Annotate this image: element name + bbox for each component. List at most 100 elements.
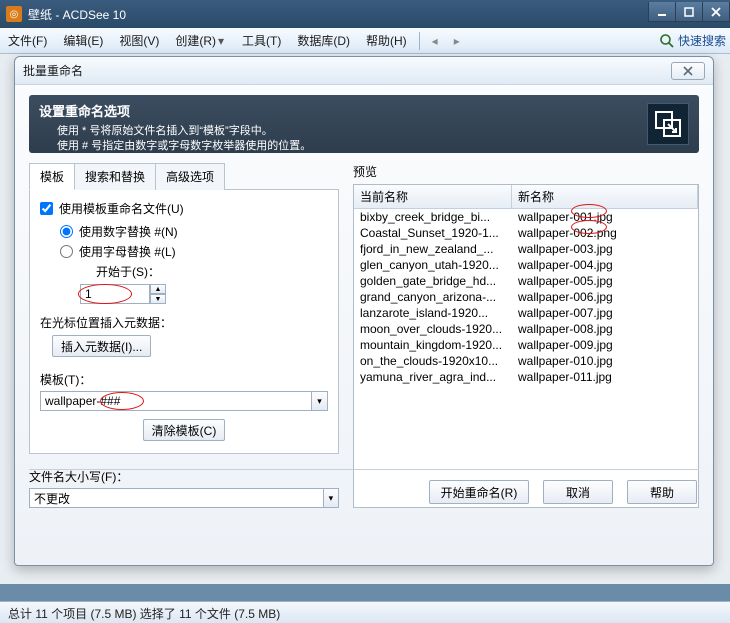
preview-list[interactable]: 当前名称 新名称 bixby_creek_bridge_bi...wallpap… xyxy=(353,184,699,508)
template-dropdown-button[interactable]: ▾ xyxy=(312,391,328,411)
radio-alpha-label: 使用字母替换 #(L) xyxy=(79,243,176,260)
cell-current: on_the_clouds-1920x10... xyxy=(354,353,512,369)
dialog-header-icon xyxy=(647,103,689,145)
status-bar: 总计 11 个项目 (7.5 MB) 选择了 11 个文件 (7.5 MB) xyxy=(0,601,730,623)
tab-template[interactable]: 模板 xyxy=(29,163,75,190)
template-input[interactable] xyxy=(40,391,312,411)
preview-row[interactable]: fjord_in_new_zealand_...wallpaper-003.jp… xyxy=(354,241,698,257)
menu-database[interactable]: 数据库(D) xyxy=(289,28,358,53)
preview-row[interactable]: yamuna_river_agra_ind...wallpaper-011.jp… xyxy=(354,369,698,385)
preview-row[interactable]: lanzarote_island-1920...wallpaper-007.jp… xyxy=(354,305,698,321)
preview-row[interactable]: glen_canyon_utah-1920...wallpaper-004.jp… xyxy=(354,257,698,273)
preview-row[interactable]: moon_over_clouds-1920...wallpaper-008.jp… xyxy=(354,321,698,337)
cell-new: wallpaper-011.jpg xyxy=(512,369,698,385)
dialog-header: 设置重命名选项 使用 * 号将原始文件名插入到“模板”字段中。 使用 # 号指定… xyxy=(29,95,699,153)
template-group: 使用模板重命名文件(U) 使用数字替换 #(N) 使用字母替换 #(L) 开始于… xyxy=(29,189,339,454)
tab-search-replace[interactable]: 搜索和替换 xyxy=(74,163,156,190)
spin-down-button[interactable]: ▼ xyxy=(150,294,166,304)
use-template-checkbox[interactable] xyxy=(40,202,53,215)
radio-numeric-label: 使用数字替换 #(N) xyxy=(79,223,178,240)
cell-current: bixby_creek_bridge_bi... xyxy=(354,209,512,225)
insert-metadata-button[interactable]: 插入元数据(I)... xyxy=(52,335,151,357)
cell-current: mountain_kingdom-1920... xyxy=(354,337,512,353)
dialog-close-button[interactable] xyxy=(671,62,705,80)
menu-file[interactable]: 文件(F) xyxy=(0,28,55,53)
minimize-button[interactable] xyxy=(648,2,676,22)
cell-current: grand_canyon_arizona-... xyxy=(354,289,512,305)
menu-view[interactable]: 视图(V) xyxy=(111,28,167,53)
cell-current: golden_gate_bridge_hd... xyxy=(354,273,512,289)
cell-new: wallpaper-003.jpg xyxy=(512,241,698,257)
button-divider xyxy=(29,469,699,470)
clear-template-button[interactable]: 清除模板(C) xyxy=(143,419,226,441)
menu-help[interactable]: 帮助(H) xyxy=(358,28,415,53)
cell-new: wallpaper-006.jpg xyxy=(512,289,698,305)
col-current-name[interactable]: 当前名称 xyxy=(354,185,512,208)
app-icon: ◎ xyxy=(6,6,22,22)
preview-header: 当前名称 新名称 xyxy=(354,185,698,209)
status-text: 总计 11 个项目 (7.5 MB) 选择了 11 个文件 (7.5 MB) xyxy=(8,607,280,621)
insert-metadata-label: 在光标位置插入元数据： xyxy=(40,314,328,331)
radio-numeric[interactable] xyxy=(60,225,73,238)
maximize-button[interactable] xyxy=(675,2,703,22)
spin-up-button[interactable]: ▲ xyxy=(150,284,166,294)
menu-separator xyxy=(419,32,420,50)
cell-current: lanzarote_island-1920... xyxy=(354,305,512,321)
radio-alpha-row[interactable]: 使用字母替换 #(L) xyxy=(60,243,328,260)
use-template-label: 使用模板重命名文件(U) xyxy=(59,200,184,217)
cell-current: moon_over_clouds-1920... xyxy=(354,321,512,337)
menu-bar: 文件(F) 编辑(E) 视图(V) 创建(R)▾ 工具(T) 数据库(D) 帮助… xyxy=(0,28,730,54)
tab-advanced[interactable]: 高级选项 xyxy=(155,163,225,190)
menu-nav-left[interactable]: ◂ xyxy=(424,28,446,53)
menu-edit[interactable]: 编辑(E) xyxy=(55,28,111,53)
preview-row[interactable]: grand_canyon_arizona-...wallpaper-006.jp… xyxy=(354,289,698,305)
cell-new: wallpaper-009.jpg xyxy=(512,337,698,353)
dialog-header-title: 设置重命名选项 xyxy=(39,101,647,120)
window-title: 壁纸 - ACDSee 10 xyxy=(28,6,649,23)
start-at-input[interactable] xyxy=(80,284,150,304)
search-icon xyxy=(659,33,675,49)
preview-label: 预览 xyxy=(353,163,699,180)
close-button[interactable] xyxy=(702,2,730,22)
cancel-button[interactable]: 取消 xyxy=(543,480,613,504)
radio-numeric-row[interactable]: 使用数字替换 #(N) xyxy=(60,223,328,240)
cell-current: fjord_in_new_zealand_... xyxy=(354,241,512,257)
window-titlebar: ◎ 壁纸 - ACDSee 10 xyxy=(0,0,730,28)
cell-new: wallpaper-005.jpg xyxy=(512,273,698,289)
filename-case-label: 文件名大小写(F)： xyxy=(29,468,339,485)
cell-current: glen_canyon_utah-1920... xyxy=(354,257,512,273)
cell-new: wallpaper-001.jpg xyxy=(512,209,698,225)
dialog-header-line2: 使用 # 号指定由数字或字母数字枚举器使用的位置。 xyxy=(57,139,647,154)
cell-new: wallpaper-002.png xyxy=(512,225,698,241)
cell-new: wallpaper-004.jpg xyxy=(512,257,698,273)
template-field-label: 模板(T)： xyxy=(40,371,328,388)
cell-new: wallpaper-008.jpg xyxy=(512,321,698,337)
menu-create[interactable]: 创建(R)▾ xyxy=(167,28,234,53)
preview-row[interactable]: mountain_kingdom-1920...wallpaper-009.jp… xyxy=(354,337,698,353)
preview-row[interactable]: golden_gate_bridge_hd...wallpaper-005.jp… xyxy=(354,273,698,289)
cell-new: wallpaper-010.jpg xyxy=(512,353,698,369)
cell-current: Coastal_Sunset_1920-1... xyxy=(354,225,512,241)
quick-search-label: 快速搜索 xyxy=(678,32,726,49)
filename-case-value: 不更改 xyxy=(34,492,70,506)
close-icon xyxy=(682,66,694,76)
preview-row[interactable]: Coastal_Sunset_1920-1...wallpaper-002.pn… xyxy=(354,225,698,241)
filename-case-select[interactable]: 不更改 xyxy=(29,488,324,508)
preview-row[interactable]: on_the_clouds-1920x10...wallpaper-010.jp… xyxy=(354,353,698,369)
menu-tools[interactable]: 工具(T) xyxy=(234,28,289,53)
menu-create-label: 创建(R) xyxy=(175,32,216,49)
dialog-title: 批量重命名 xyxy=(23,62,671,79)
option-tabs: 模板 搜索和替换 高级选项 xyxy=(29,163,339,190)
use-template-checkbox-row[interactable]: 使用模板重命名文件(U) xyxy=(40,200,328,217)
radio-alpha[interactable] xyxy=(60,245,73,258)
filename-case-dropdown-button[interactable]: ▾ xyxy=(324,488,339,508)
menu-nav-right[interactable]: ▸ xyxy=(446,28,468,53)
dialog-titlebar[interactable]: 批量重命名 xyxy=(15,57,713,85)
col-new-name[interactable]: 新名称 xyxy=(512,185,698,208)
quick-search[interactable]: 快速搜索 xyxy=(659,32,730,49)
help-button[interactable]: 帮助 xyxy=(627,480,697,504)
preview-row[interactable]: bixby_creek_bridge_bi...wallpaper-001.jp… xyxy=(354,209,698,225)
batch-rename-dialog: 批量重命名 设置重命名选项 使用 * 号将原始文件名插入到“模板”字段中。 使用… xyxy=(14,56,714,566)
cell-new: wallpaper-007.jpg xyxy=(512,305,698,321)
start-rename-button[interactable]: 开始重命名(R) xyxy=(429,480,529,504)
